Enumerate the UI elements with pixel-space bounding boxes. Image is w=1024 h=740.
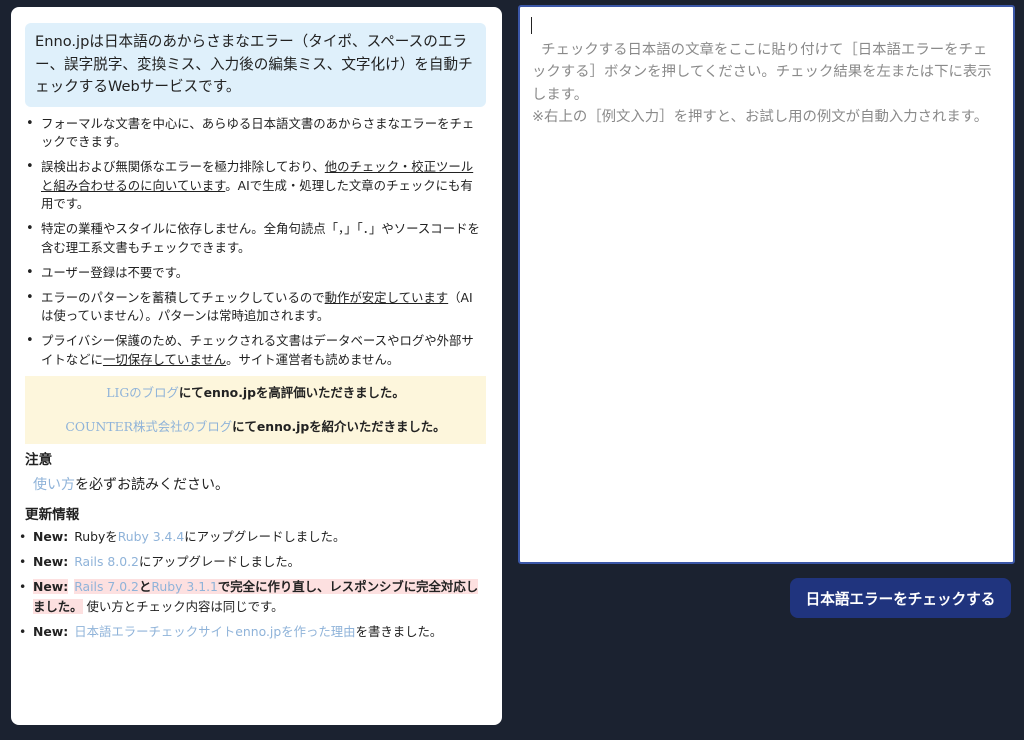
feature-item: プライバシー保護のため、チェックされる文書はデータベースやログや外部サイトなどに… [26,332,482,369]
lig-blog-link[interactable]: LIGのブログ [106,385,179,400]
feature-item: ユーザー登録は不要です。 [26,264,482,283]
feature-text: フォーマルな文書を中心に、あらゆる日本語文書のあからさまなエラーをチェックできま… [41,115,475,150]
rails-version-link[interactable]: Rails 7.0.2 [74,579,139,594]
feature-item: エラーのパターンを蓄積してチェックしているので動作が安定しています（AIは使って… [26,289,482,326]
feature-emphasis: 一切保存していません [102,351,227,367]
intro-box: Enno.jpは日本語のあからさまなエラー（タイポ、スペースのエラー、誤字脱字、… [25,23,486,107]
notice-heading: 注意 [25,451,53,468]
rails-version-link[interactable]: Rails 8.0.2 [74,554,139,569]
check-errors-button-label: 日本語エラーをチェックする [805,590,996,608]
update-text: Rubyを [74,528,118,544]
feature-emphasis: 動作が安定しています [324,289,449,305]
update-item: New: 日本語エラーチェックサイトenno.jpを作った理由を書きました。 [19,622,486,642]
counter-blog-link[interactable]: COUNTER株式会社のブログ [65,419,232,434]
feature-item: 誤検出および無関係なエラーを極力排除しており、他のチェック・校正ツールと組み合わ… [26,158,482,214]
notice-text: 使い方を必ずお読みください。 [33,474,486,494]
new-badge: New: [33,623,69,639]
update-item: New: Rails 8.0.2にアップグレードしました。 [19,552,486,572]
feature-text: エラーのパターンを蓄積してチェックしているので [41,289,325,305]
check-errors-button[interactable]: 日本語エラーをチェックする [790,578,1011,618]
praise-line: LIGのブログにてenno.jpを高評価いただきました。 [31,384,480,402]
new-badge: New: [33,528,69,544]
notice-body: を必ずお読みください。 [75,476,229,493]
updates-heading: 更新情報 [25,506,80,523]
text-cursor [531,17,532,34]
update-item: New: RubyをRuby 3.4.4にアップグレードしました。 [19,527,486,547]
why-enno-link[interactable]: 日本語エラーチェックサイトenno.jpを作った理由 [74,624,355,639]
feature-item: フォーマルな文書を中心に、あらゆる日本語文書のあからさまなエラーをチェックできま… [26,115,482,152]
update-text: にアップグレードしました。 [184,528,346,544]
new-badge: New: [33,578,69,594]
praise-line: COUNTER株式会社のブログにてenno.jpを紹介いただきました。 [31,418,480,436]
ruby-version-link[interactable]: Ruby 3.4.4 [118,529,185,544]
update-item: New:Rails 7.0.2とRuby 3.1.1で完全に作り直し、レスポンシ… [19,577,486,617]
updates-list: New:RubyをRuby 3.4.4にアップグレードしました。 New:Rai… [11,527,486,642]
feature-text: 。サイト運営者も読めません。 [226,351,400,367]
update-text: と [138,578,152,594]
usage-link[interactable]: 使い方 [33,477,75,493]
feature-item: 特定の業種やスタイルに依存しません。全角句読点「，」「．」やソースコードを含む理… [26,220,482,257]
praise-text: にてenno.jpを高評価いただきました。 [178,384,405,400]
update-text: にアップグレードしました。 [138,553,301,569]
info-panel: Enno.jpは日本語のあからさまなエラー（タイポ、スペースのエラー、誤字脱字、… [11,7,502,725]
text-input-placeholder: チェックする日本語の文章をここに貼り付けて［日本語エラーをチェックする］ボタンを… [532,41,992,126]
ruby-version-link[interactable]: Ruby 3.1.1 [151,579,218,594]
feature-text: 特定の業種やスタイルに依存しません。全角句読点「，」「．」やソースコードを含む理… [41,221,480,255]
text-input-area[interactable]: チェックする日本語の文章をここに貼り付けて［日本語エラーをチェックする］ボタンを… [518,5,1015,564]
update-text: 使い方とチェック内容は同じです。 [82,598,284,614]
feature-list: フォーマルな文書を中心に、あらゆる日本語文書のあからさまなエラーをチェックできま… [25,115,486,370]
intro-text: Enno.jpは日本語のあからさまなエラー（タイポ、スペースのエラー、誤字脱字、… [35,33,473,95]
feature-text: ユーザー登録は不要です。 [41,264,189,280]
new-badge: New: [33,553,69,569]
update-text: を書きました。 [355,623,443,639]
praise-box: LIGのブログにてenno.jpを高評価いただきました。 COUNTER株式会社… [25,375,486,444]
feature-text: 誤検出および無関係なエラーを極力排除しており、 [41,159,325,174]
praise-text: にてenno.jpを紹介いただきました。 [232,418,446,434]
